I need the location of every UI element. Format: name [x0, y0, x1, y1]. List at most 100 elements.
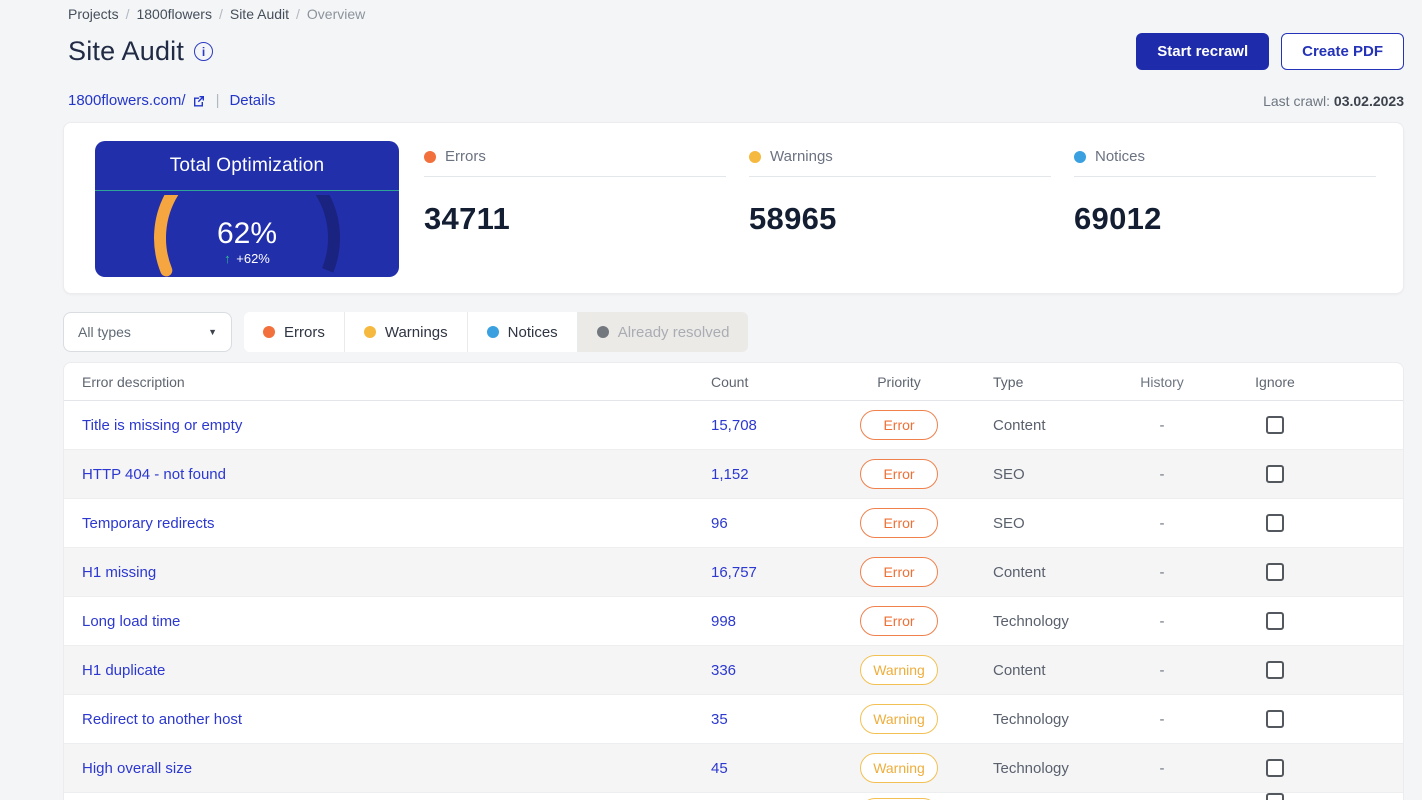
warnings-dot-icon: [749, 150, 761, 163]
tab-notices[interactable]: Notices: [467, 312, 578, 352]
count-link[interactable]: 1,152: [711, 466, 749, 483]
error-description-link[interactable]: Redirect to another host: [82, 711, 242, 728]
ignore-checkbox[interactable]: [1266, 416, 1284, 434]
ignore-checkbox[interactable]: [1266, 759, 1284, 777]
history-cell: -: [1159, 514, 1165, 532]
stat-label: Notices: [1095, 148, 1146, 165]
column-header-type: Type: [993, 373, 1024, 390]
notices-dot-icon: [1074, 150, 1086, 163]
tab-dot-icon: [263, 326, 275, 338]
filter-row: All types ▼ Errors Warnings Notices Already…: [63, 312, 1404, 352]
type-cell: Content: [993, 661, 1046, 679]
domain-link[interactable]: 1800flowers.com/: [68, 92, 206, 109]
error-description-link[interactable]: H1 duplicate: [82, 662, 165, 679]
count-link[interactable]: 998: [711, 613, 736, 630]
error-description-link[interactable]: Long load time: [82, 613, 180, 630]
last-crawl: Last crawl: 03.02.2023: [1263, 93, 1404, 109]
history-cell: -: [1159, 759, 1165, 777]
column-header-count: Count: [711, 373, 749, 390]
stat-notices: Notices 69012: [1074, 148, 1376, 293]
gauge-title: Total Optimization: [95, 141, 399, 191]
tab-warnings[interactable]: Warnings: [344, 312, 468, 352]
table-row: Title is missing or empty 15,708 Error Cont…: [64, 401, 1403, 450]
error-description-link[interactable]: Temporary redirects: [82, 515, 215, 532]
tab-errors[interactable]: Errors: [244, 312, 345, 352]
error-description-link[interactable]: H1 missing: [82, 564, 156, 581]
type-cell: Technology: [993, 759, 1069, 777]
count-link[interactable]: 45: [711, 760, 728, 777]
stat-warnings: Warnings 58965: [749, 148, 1051, 293]
tab-already-resolved[interactable]: Already resolved: [577, 312, 749, 352]
breadcrumb-separator: /: [125, 6, 130, 22]
count-link[interactable]: 16,757: [711, 564, 757, 581]
table-row: Redirect to another host 35 Warning Technol…: [64, 695, 1403, 744]
ignore-checkbox[interactable]: [1266, 710, 1284, 728]
stat-label: Errors: [445, 148, 486, 165]
summary-stats: Errors 34711 Warnings 58965 Notices 69012: [424, 148, 1376, 293]
history-cell: -: [1159, 661, 1165, 679]
count-link[interactable]: 35: [711, 711, 728, 728]
table-row: Temporary redirects 96 Error SEO -: [64, 499, 1403, 548]
type-cell: Content: [993, 416, 1046, 434]
external-link-icon: [192, 94, 206, 108]
domain-text: 1800flowers.com/: [68, 92, 186, 109]
count-link[interactable]: 96: [711, 515, 728, 532]
history-cell: -: [1159, 465, 1165, 483]
stat-divider: [424, 176, 726, 177]
stat-divider: [749, 176, 1051, 177]
priority-badge: Error: [860, 459, 938, 489]
gauge-value: 62%: [216, 217, 278, 250]
priority-badge: Error: [860, 606, 938, 636]
history-cell: -: [1159, 612, 1165, 630]
title-row: Site Audit i Start recrawl Create PDF: [63, 33, 1404, 70]
ignore-checkbox[interactable]: [1266, 465, 1284, 483]
summary-card: Total Optimization 62% ↑ +62% Errors 3471…: [63, 122, 1404, 294]
count-link[interactable]: 15,708: [711, 417, 757, 434]
errors-dot-icon: [424, 150, 436, 163]
arrow-up-icon: ↑: [224, 251, 231, 266]
ignore-checkbox[interactable]: [1266, 793, 1284, 800]
breadcrumb-separator: /: [296, 6, 300, 22]
table-row: Long load time 998 Error Technology -: [64, 597, 1403, 646]
ignore-checkbox[interactable]: [1266, 612, 1284, 630]
history-cell: -: [1159, 563, 1165, 581]
page-title: Site Audit: [68, 36, 185, 66]
type-filter-select[interactable]: All types ▼: [63, 312, 232, 352]
details-link[interactable]: Details: [229, 92, 275, 109]
start-recrawl-button[interactable]: Start recrawl: [1136, 33, 1270, 70]
stat-errors: Errors 34711: [424, 148, 726, 293]
ignore-checkbox[interactable]: [1266, 563, 1284, 581]
priority-badge: Warning: [860, 704, 938, 734]
tab-dot-icon: [363, 326, 376, 338]
type-cell: SEO: [993, 465, 1025, 483]
error-description-link[interactable]: HTTP 404 - not found: [82, 466, 226, 483]
type-cell: Content: [993, 563, 1046, 581]
caret-down-icon: ▼: [208, 327, 217, 337]
table-header-row: Error description Count Priority Type Hi…: [64, 363, 1403, 401]
info-icon[interactable]: i: [194, 42, 214, 61]
gauge-delta-value: +62%: [236, 251, 270, 266]
gauge-delta: ↑ +62%: [95, 251, 399, 266]
create-pdf-button[interactable]: Create PDF: [1281, 33, 1404, 70]
count-link[interactable]: 336: [711, 662, 736, 679]
column-header-priority: Priority: [877, 373, 921, 390]
total-optimization-gauge: Total Optimization 62% ↑ +62%: [95, 141, 399, 277]
severity-tabs: Errors Warnings Notices Already resolved: [244, 312, 749, 352]
tab-label: Already resolved: [617, 323, 730, 341]
table-row: [64, 793, 1403, 800]
error-description-link[interactable]: Title is missing or empty: [82, 417, 242, 434]
column-header-ignore: Ignore: [1255, 373, 1295, 390]
error-description-link[interactable]: High overall size: [82, 760, 192, 777]
last-crawl-label: Last crawl:: [1263, 92, 1331, 109]
subheader-separator: |: [215, 92, 220, 109]
table-row: HTTP 404 - not found 1,152 Error SEO -: [64, 450, 1403, 499]
stat-divider: [1074, 176, 1376, 177]
stat-value: 69012: [1074, 201, 1162, 236]
breadcrumb-item[interactable]: Projects: [68, 6, 119, 22]
breadcrumb-item[interactable]: Site Audit: [230, 6, 289, 22]
breadcrumb-item[interactable]: 1800flowers: [136, 6, 212, 22]
ignore-checkbox[interactable]: [1266, 661, 1284, 679]
ignore-checkbox[interactable]: [1266, 514, 1284, 532]
issues-table: Error description Count Priority Type Hi…: [63, 362, 1404, 800]
table-row: High overall size 45 Warning Technology -: [64, 744, 1403, 793]
